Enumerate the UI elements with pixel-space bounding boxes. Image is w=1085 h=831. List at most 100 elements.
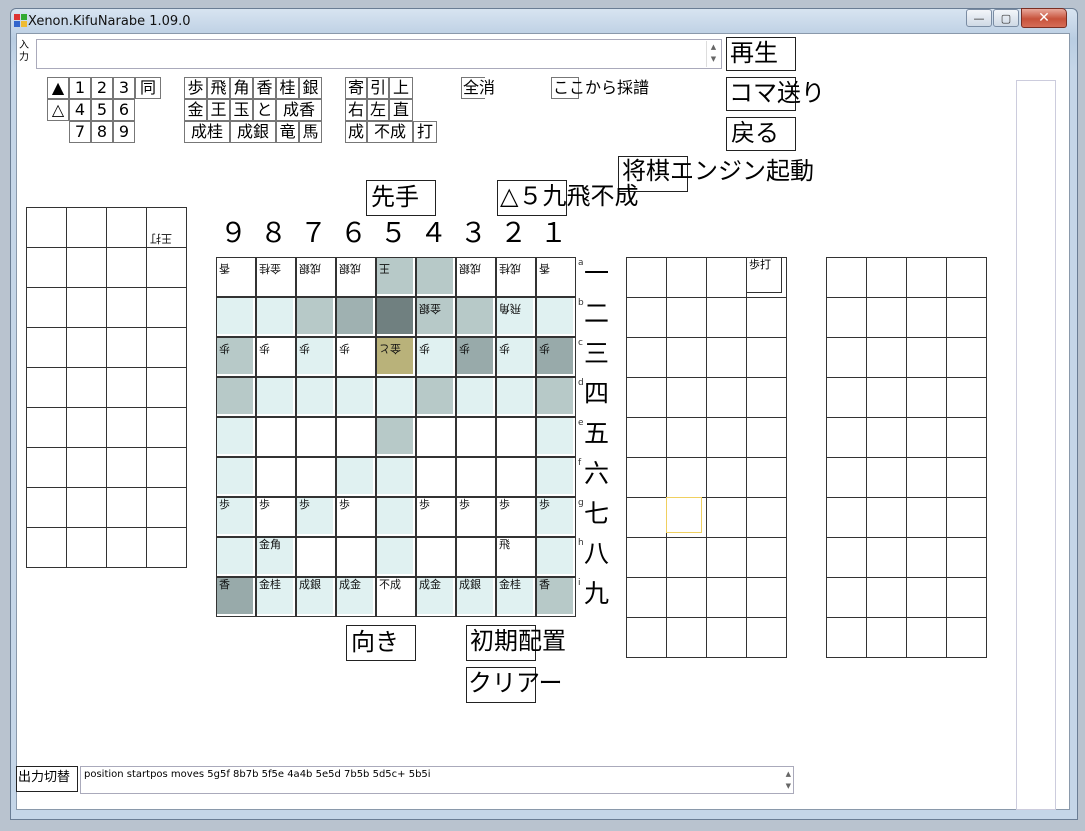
sente-box-cell[interactable] <box>626 457 667 498</box>
board-square[interactable]: 歩 <box>456 497 496 537</box>
gote-box-cell[interactable] <box>946 577 987 618</box>
board-square[interactable] <box>296 417 336 457</box>
key-num[interactable]: 4 <box>69 99 91 121</box>
board-square[interactable]: 歩 <box>536 497 576 537</box>
board-square[interactable] <box>456 457 496 497</box>
board-square[interactable]: 歩 <box>216 337 256 377</box>
board-square[interactable] <box>456 297 496 337</box>
back-button[interactable]: 戻る <box>726 117 796 151</box>
board-square[interactable] <box>336 457 376 497</box>
board-square[interactable] <box>216 457 256 497</box>
board-square[interactable] <box>216 417 256 457</box>
sente-box-cell[interactable] <box>706 617 747 658</box>
left-box-cell[interactable] <box>146 247 187 288</box>
key-num[interactable]: 6 <box>113 99 135 121</box>
left-box-cell[interactable] <box>66 487 107 528</box>
board-square[interactable] <box>296 457 336 497</box>
board-square[interactable]: 金桂 <box>496 577 536 617</box>
gote-box-cell[interactable] <box>866 377 907 418</box>
record-from-here-button[interactable]: ここから採譜 <box>551 77 649 99</box>
board-square[interactable]: 金桂 <box>256 257 296 297</box>
gote-box-cell[interactable] <box>866 497 907 538</box>
board-square[interactable] <box>336 417 376 457</box>
board-square[interactable] <box>296 297 336 337</box>
board-square[interactable] <box>336 537 376 577</box>
key-same[interactable]: 同 <box>135 77 161 99</box>
sente-box-cell[interactable] <box>626 337 667 378</box>
gote-box-cell[interactable] <box>946 377 987 418</box>
left-box-cell[interactable] <box>26 327 67 368</box>
gote-box-cell[interactable] <box>906 337 947 378</box>
left-box-cell[interactable] <box>66 247 107 288</box>
piece-key[interactable]: 銀 <box>299 77 322 99</box>
board-square[interactable] <box>376 297 416 337</box>
sente-box-cell[interactable] <box>626 417 667 458</box>
play-button[interactable]: 再生 <box>726 37 796 71</box>
left-box-cell[interactable] <box>106 367 147 408</box>
direction-button[interactable]: 向き <box>346 625 416 661</box>
gote-box-cell[interactable] <box>906 617 947 658</box>
gote-box-cell[interactable] <box>906 297 947 338</box>
left-box-cell[interactable] <box>146 487 187 528</box>
board-square[interactable] <box>416 537 456 577</box>
board-square[interactable]: 歩 <box>336 337 376 377</box>
sente-box-cell[interactable] <box>666 297 707 338</box>
sente-box-cell[interactable] <box>706 537 747 578</box>
gote-box-cell[interactable] <box>946 537 987 578</box>
gote-box-cell[interactable] <box>866 297 907 338</box>
left-box-cell[interactable] <box>26 247 67 288</box>
board-square[interactable] <box>456 377 496 417</box>
sente-box-cell[interactable] <box>666 377 707 418</box>
gote-box-cell[interactable] <box>826 337 867 378</box>
board-square[interactable] <box>256 377 296 417</box>
output-field[interactable]: position startpos moves 5g5f 8b7b 5f5e 4… <box>80 766 794 794</box>
key-num[interactable]: 5 <box>91 99 113 121</box>
board-square[interactable] <box>376 377 416 417</box>
move-key[interactable]: 上 <box>389 77 413 99</box>
sente-box-cell[interactable] <box>746 417 787 458</box>
piece-key[interactable]: と <box>253 99 276 121</box>
turn-black-key[interactable]: ▲ <box>47 77 69 99</box>
left-box-cell[interactable] <box>66 327 107 368</box>
gote-box-cell[interactable] <box>866 457 907 498</box>
move-key[interactable]: 右 <box>345 99 367 121</box>
gote-box-cell[interactable] <box>826 617 867 658</box>
board-square[interactable] <box>496 457 536 497</box>
board-square[interactable]: 金角 <box>256 537 296 577</box>
board-square[interactable] <box>296 537 336 577</box>
clear-all-button[interactable]: 全消 <box>461 77 495 99</box>
board-square[interactable]: 歩 <box>296 497 336 537</box>
board-square[interactable] <box>416 457 456 497</box>
left-box-cell[interactable] <box>146 447 187 488</box>
board-square[interactable]: 歩 <box>416 337 456 377</box>
left-box-cell[interactable] <box>106 287 147 328</box>
left-box-cell[interactable] <box>106 407 147 448</box>
board-square[interactable]: 歩 <box>336 497 376 537</box>
gote-box-cell[interactable] <box>906 257 947 298</box>
gote-box-cell[interactable] <box>826 417 867 458</box>
piece-key[interactable]: 歩 <box>184 77 207 99</box>
left-box-cell[interactable] <box>146 407 187 448</box>
board-square[interactable]: 飛角 <box>496 297 536 337</box>
piece-key[interactable]: 桂 <box>276 77 299 99</box>
sente-box-cell[interactable] <box>666 457 707 498</box>
maximize-button[interactable]: ▢ <box>993 9 1019 27</box>
left-box-cell[interactable] <box>66 207 107 248</box>
board-square[interactable]: 歩 <box>496 337 536 377</box>
sente-box-cell[interactable] <box>626 497 667 538</box>
move-key[interactable]: 寄 <box>345 77 367 99</box>
piece-key[interactable]: 馬 <box>299 121 322 143</box>
move-key[interactable]: 引 <box>367 77 389 99</box>
input-scrollbar[interactable]: ▲ ▼ <box>706 41 720 67</box>
move-key[interactable]: 直 <box>389 99 413 121</box>
left-box-cell[interactable] <box>26 287 67 328</box>
board-square[interactable] <box>536 297 576 337</box>
board-square[interactable] <box>376 457 416 497</box>
board-square[interactable]: 成銀 <box>336 257 376 297</box>
key-num[interactable]: 1 <box>69 77 91 99</box>
gote-box-cell[interactable] <box>826 257 867 298</box>
sente-box-cell[interactable] <box>746 537 787 578</box>
left-box-cell[interactable] <box>106 447 147 488</box>
gote-box-cell[interactable] <box>946 497 987 538</box>
board-square[interactable]: 香 <box>216 577 256 617</box>
